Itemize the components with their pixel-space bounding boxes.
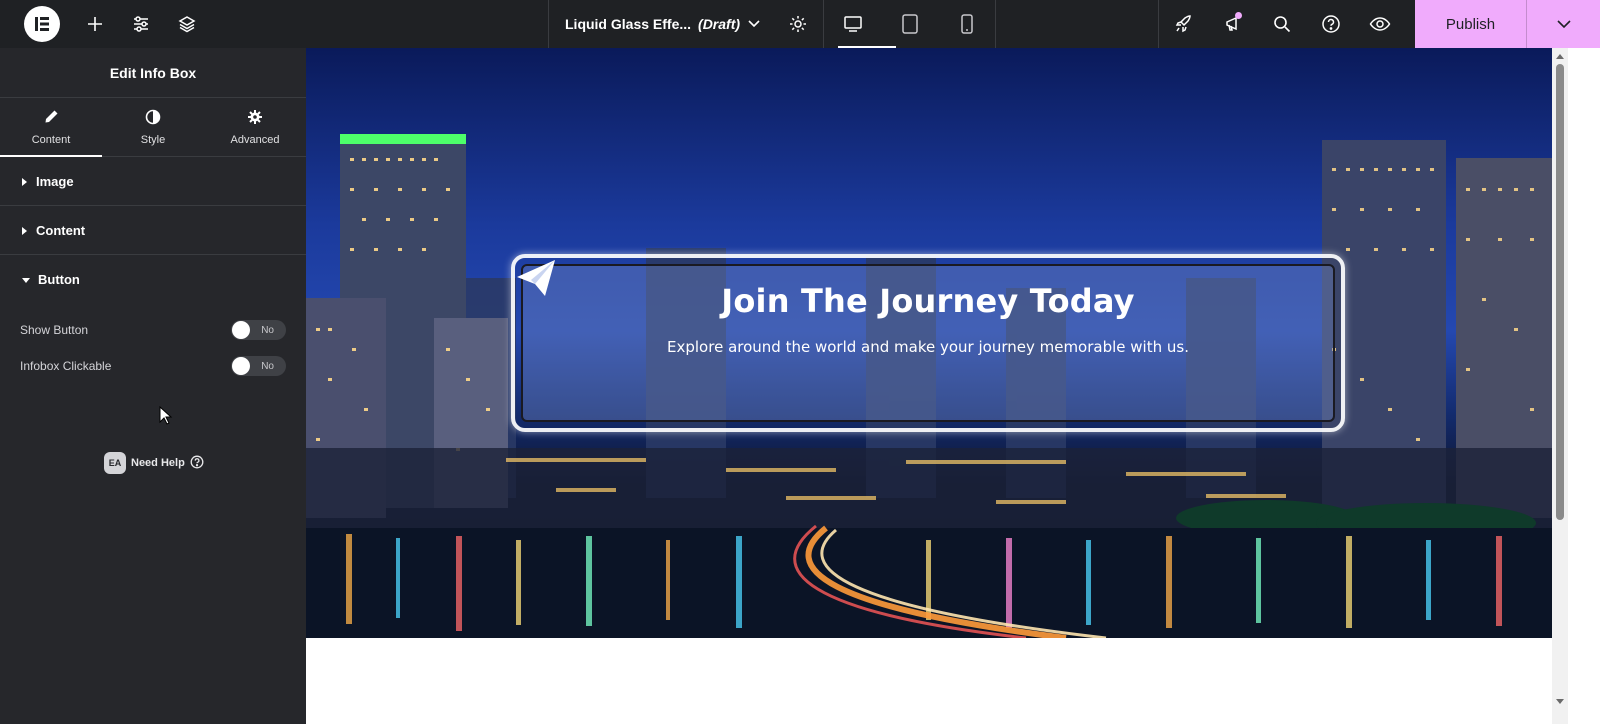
notification-dot (1235, 12, 1242, 19)
editor-panel: Edit Info Box Content Style Advanced Ima… (0, 48, 306, 724)
need-help-label: Need Help (131, 457, 185, 469)
search-icon[interactable] (1257, 0, 1306, 48)
add-element-icon[interactable] (72, 0, 118, 48)
essential-addons-logo-icon: EA (104, 452, 126, 474)
panel-tabs: Content Style Advanced (0, 98, 306, 157)
caret-down-icon (22, 272, 30, 287)
section-image[interactable]: Image (0, 157, 306, 206)
section-image-label: Image (36, 173, 74, 189)
infobox-clickable-toggle[interactable]: No (231, 356, 286, 376)
notifications-megaphone-icon[interactable] (1208, 0, 1257, 48)
toggle-knob (232, 357, 250, 375)
help-question-icon[interactable] (1306, 0, 1355, 48)
preview-eye-icon[interactable] (1355, 0, 1404, 48)
chevron-down-icon (747, 16, 761, 33)
site-settings-sliders-icon[interactable] (118, 0, 164, 48)
elementor-logo-icon[interactable] (24, 6, 60, 42)
section-content[interactable]: Content (0, 206, 306, 255)
tablet-view-icon[interactable] (881, 0, 938, 48)
preview-canvas: Join The Journey Today Explore around th… (306, 48, 1552, 724)
structure-layers-icon[interactable] (164, 0, 210, 48)
infobox-clickable-label: Infobox Clickable (20, 359, 112, 373)
publish-button-group: Publish (1415, 0, 1600, 48)
show-button-label: Show Button (20, 323, 89, 337)
document-title-dropdown[interactable]: Liquid Glass Effe... (Draft) (549, 0, 775, 48)
desktop-view-icon[interactable] (824, 0, 896, 48)
scrollbar-thumb[interactable] (1556, 64, 1564, 520)
section-button-label: Button (38, 272, 80, 287)
top-bar: Liquid Glass Effe... (Draft) Publish (0, 0, 1600, 48)
section-button[interactable]: Button (0, 255, 306, 304)
tab-advanced[interactable]: Advanced (204, 98, 306, 156)
responsive-device-switcher (823, 0, 996, 48)
tab-advanced-label: Advanced (230, 133, 280, 146)
info-box-description: Explore around the world and make your j… (667, 338, 1189, 356)
publish-options-chevron-icon[interactable] (1527, 16, 1600, 32)
rocket-icon[interactable] (1159, 0, 1208, 48)
panel-title: Edit Info Box (0, 48, 306, 98)
document-title: Liquid Glass Effe... (565, 16, 692, 32)
info-box-widget[interactable]: Join The Journey Today Explore around th… (511, 254, 1345, 432)
hero-section-background: Join The Journey Today Explore around th… (306, 48, 1552, 638)
pencil-icon (43, 109, 59, 128)
mobile-view-icon[interactable] (938, 0, 995, 48)
contrast-icon (145, 109, 161, 128)
show-button-toggle-state: No (261, 324, 274, 336)
canvas-scrollbar[interactable] (1552, 48, 1568, 724)
infobox-clickable-control: Infobox Clickable No (0, 348, 306, 384)
info-box-title: Join The Journey Today (721, 282, 1135, 320)
scroll-down-arrow-icon[interactable] (1555, 698, 1565, 706)
scroll-up-arrow-icon[interactable] (1555, 52, 1565, 60)
show-button-control: Show Button No (0, 312, 306, 348)
toggle-knob (232, 321, 250, 339)
section-content-label: Content (36, 222, 86, 238)
caret-right-icon (22, 223, 28, 238)
show-button-toggle[interactable]: No (231, 320, 286, 340)
caret-right-icon (22, 174, 28, 189)
tab-style-label: Style (140, 133, 166, 146)
mouse-cursor-icon (159, 405, 173, 431)
tab-content[interactable]: Content (0, 98, 102, 157)
tab-content-label: Content (31, 133, 71, 146)
question-circle-icon (190, 455, 204, 472)
infobox-clickable-toggle-state: No (261, 360, 274, 372)
tab-style[interactable]: Style (102, 98, 204, 156)
publish-button[interactable]: Publish (1415, 16, 1526, 33)
document-status: (Draft) (698, 16, 741, 32)
gear-icon (247, 109, 263, 128)
need-help-link[interactable]: EA Need Help (104, 452, 204, 474)
page-settings-gear-icon[interactable] (775, 0, 821, 48)
info-box-inner: Join The Journey Today Explore around th… (517, 260, 1335, 422)
